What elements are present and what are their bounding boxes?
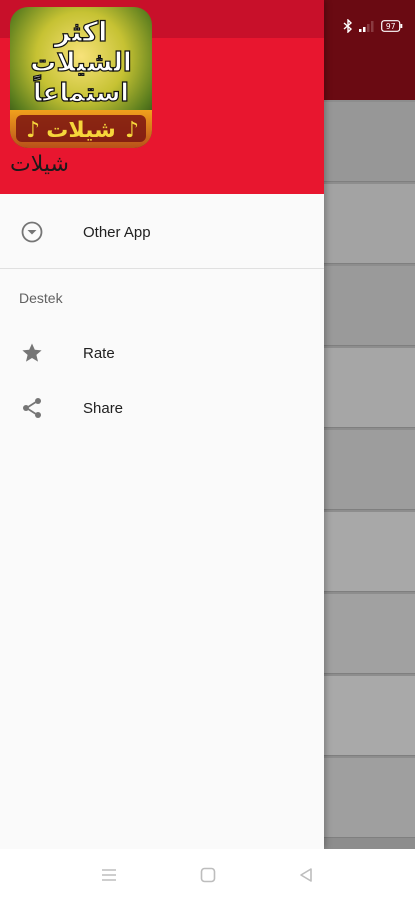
battery-icon: 97	[381, 20, 403, 32]
app-name: شيلات	[10, 152, 69, 177]
app-logo-line2: الشيلات	[30, 48, 132, 78]
navigation-drawer: اكثر الشيلات استماعاً شيلات ♪ ♪ شيلات Ot…	[0, 0, 324, 849]
music-note-icon: ♪	[125, 118, 139, 143]
menu-item-other-app[interactable]: Other App	[0, 206, 324, 258]
background-list-item	[324, 184, 415, 264]
share-icon	[20, 396, 44, 420]
section-title: Destek	[19, 290, 63, 306]
menu-item-rate[interactable]: Rate	[0, 327, 324, 379]
status-bar: 97	[343, 16, 403, 36]
music-note-icon: ♪	[26, 118, 40, 143]
divider	[0, 268, 324, 269]
menu-item-share[interactable]: Share	[0, 382, 324, 434]
back-icon[interactable]	[294, 863, 318, 887]
system-navigation-bar	[0, 849, 415, 900]
drawer-header: اكثر الشيلات استماعاً شيلات ♪ ♪ شيلات	[0, 0, 324, 194]
app-logo: اكثر الشيلات استماعاً شيلات ♪ ♪	[10, 7, 152, 148]
background-list-item	[324, 266, 415, 346]
app-logo-line1: اكثر	[53, 17, 108, 48]
menu-item-label: Other App	[83, 223, 151, 241]
background-list-item	[324, 348, 415, 428]
chevron-circle-down-icon	[20, 220, 44, 244]
menu-icon[interactable]	[97, 863, 121, 887]
background-list-item	[324, 758, 415, 838]
background-list-item	[324, 430, 415, 510]
app-logo-line3: استماعاً	[33, 75, 129, 107]
app-logo-banner: شيلات	[46, 118, 115, 143]
background-list-item	[324, 512, 415, 592]
background-list-item	[324, 102, 415, 182]
background-list-item	[324, 676, 415, 756]
menu-item-label: Rate	[83, 344, 115, 362]
battery-level: 97	[386, 22, 396, 31]
menu-item-label: Share	[83, 399, 124, 417]
home-icon[interactable]	[196, 863, 220, 887]
star-icon	[20, 341, 44, 365]
signal-icon	[359, 20, 375, 32]
bluetooth-icon	[343, 19, 353, 33]
background-list-item	[324, 594, 415, 674]
